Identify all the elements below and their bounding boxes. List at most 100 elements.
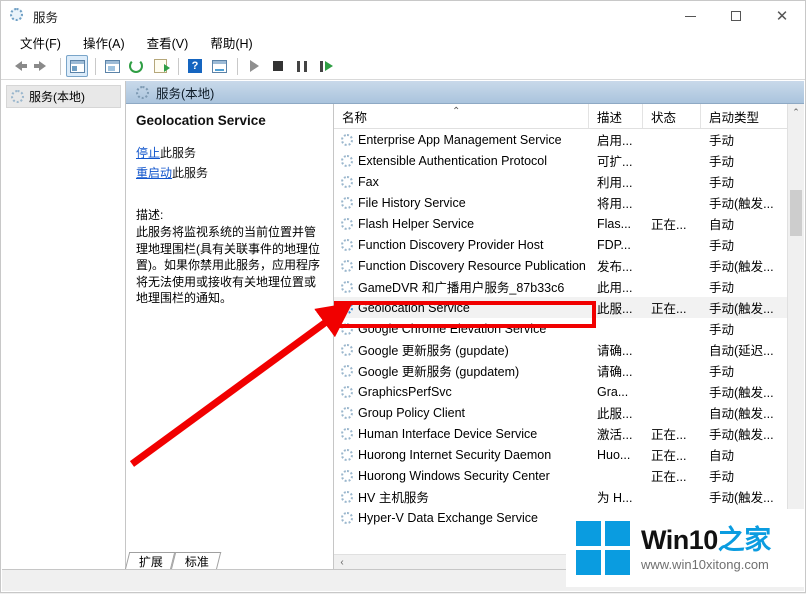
table-row[interactable]: GameDVR 和广播用户服务_87b33c6 此用... 手动 [334, 276, 804, 297]
service-gear-icon [341, 343, 353, 356]
forward-button[interactable] [31, 55, 53, 77]
cell-name: GameDVR 和广播用户服务_87b33c6 [334, 277, 589, 296]
column-header-status-label: 状态 [651, 110, 677, 125]
stop-service-button[interactable] [267, 55, 289, 77]
column-header-startup-type[interactable]: 启动类型 [701, 104, 789, 128]
cell-description: 启用... [597, 134, 633, 148]
table-row[interactable]: Human Interface Device Service 激活... 正在...… [334, 423, 804, 444]
cell-name: Enterprise App Management Service [334, 133, 589, 147]
service-name-label: Function Discovery Resource Publication [358, 258, 586, 273]
table-row[interactable]: Extensible Authentication Protocol 可扩... 手… [334, 150, 804, 171]
back-button[interactable] [7, 55, 29, 77]
table-row[interactable]: Fax 利用... 手动 [334, 171, 804, 192]
table-row[interactable]: File History Service 将用... 手动(触发... [334, 192, 804, 213]
pause-service-button[interactable] [291, 55, 313, 77]
service-gear-icon [341, 469, 353, 482]
column-header-name[interactable]: 名称 ⌃ [334, 104, 589, 128]
cell-startup-type: 手动(触发... [709, 491, 774, 505]
table-row[interactable]: Google Chrome Elevation Service 手动 [334, 318, 804, 339]
service-gear-icon [341, 490, 353, 503]
scroll-left-button[interactable]: ‹ [334, 557, 350, 568]
watermark-url: www.win10xitong.com [641, 556, 769, 572]
cell-startup-type: 手动 [709, 470, 735, 484]
stop-service-link[interactable]: 停止 [136, 146, 160, 160]
table-row[interactable]: Google 更新服务 (gupdatem) 请确... 手动 [334, 360, 804, 381]
tab-extended[interactable]: 扩展 [124, 552, 176, 570]
cell-name: Google 更新服务 (gupdatem) [334, 361, 589, 380]
arrow-right-icon [33, 61, 46, 71]
cell-startup-type: 手动(触发... [709, 428, 774, 442]
column-header-description-label: 描述 [597, 110, 623, 125]
help-button[interactable]: ? [184, 55, 206, 77]
service-name-label: Huorong Internet Security Daemon [358, 447, 552, 462]
services-rows: Enterprise App Management Service 启用... 手动… [334, 129, 804, 554]
menu-view[interactable]: 查看(V) [136, 31, 200, 54]
show-hide-console-tree-button[interactable] [66, 55, 88, 77]
vertical-scrollbar[interactable]: ⌃ [787, 104, 804, 570]
show-hide-action-pane-button[interactable] [101, 55, 123, 77]
service-name-label: File History Service [358, 195, 466, 210]
export-list-button[interactable] [149, 55, 171, 77]
windows-logo-icon [576, 521, 630, 575]
minimize-button[interactable] [667, 1, 713, 31]
table-row[interactable]: Function Discovery Resource Publication 发… [334, 255, 804, 276]
maximize-button[interactable] [713, 1, 759, 31]
service-detail-pane: Geolocation Service 停止此服务 重启动此服务 描述: 此服务… [126, 104, 334, 570]
restart-service-suffix: 此服务 [172, 166, 209, 180]
scroll-up-button[interactable]: ⌃ [788, 104, 804, 121]
cell-description: 此服... [597, 407, 633, 421]
service-gear-icon [341, 133, 353, 146]
table-row[interactable]: Huorong Windows Security Center 正在... 手动 [334, 465, 804, 486]
watermark-brand-main: Win10 [641, 524, 718, 555]
restart-service-link[interactable]: 重启动 [136, 166, 172, 180]
menu-action[interactable]: 操作(A) [72, 31, 136, 54]
cell-startup-type: 手动(触发... [709, 302, 774, 316]
service-name-label: Hyper-V Data Exchange Service [358, 510, 538, 525]
table-row[interactable]: Enterprise App Management Service 启用... 手动 [334, 129, 804, 150]
column-header-description[interactable]: 描述 [589, 104, 643, 128]
cell-name: File History Service [334, 196, 589, 210]
pause-icon [297, 60, 307, 72]
toolbar-separator [95, 57, 96, 75]
service-name-label: Fax [358, 174, 379, 189]
description-label: 描述: [136, 208, 164, 222]
maximize-icon [731, 11, 741, 21]
restart-service-button[interactable] [315, 55, 337, 77]
table-row[interactable]: Google 更新服务 (gupdate) 请确... 自动(延迟... [334, 339, 804, 360]
cell-status: 正在... [651, 449, 687, 463]
vertical-scroll-thumb[interactable] [790, 190, 802, 236]
menu-help[interactable]: 帮助(H) [199, 31, 263, 54]
service-gear-icon [341, 427, 353, 440]
tree-node-label: 服务(本地) [29, 90, 85, 104]
services-list-pane: 名称 ⌃ 描述 状态 启动类型 Enterprise App Managemen… [334, 104, 804, 570]
action-pane-icon [104, 59, 120, 73]
service-name-label: GameDVR 和广播用户服务_87b33c6 [358, 281, 565, 295]
start-service-button[interactable] [243, 55, 265, 77]
close-button[interactable]: ✕ [759, 1, 805, 31]
column-header-status[interactable]: 状态 [643, 104, 701, 128]
service-gear-icon [341, 196, 353, 209]
refresh-button[interactable] [125, 55, 147, 77]
service-name-label: Flash Helper Service [358, 216, 475, 231]
table-row[interactable]: Flash Helper Service Flas... 正在... 自动 [334, 213, 804, 234]
cell-name: Human Interface Device Service [334, 427, 589, 441]
menu-file[interactable]: 文件(F) [9, 31, 72, 54]
service-gear-icon [341, 448, 353, 461]
table-row[interactable]: Geolocation Service 此服... 正在... 手动(触发... [334, 297, 804, 318]
table-row[interactable]: HV 主机服务 为 H... 手动(触发... [334, 486, 804, 507]
cell-description: 激活... [597, 428, 633, 442]
table-row[interactable]: Huorong Internet Security Daemon Huo... 正在… [334, 444, 804, 465]
right-pane: 服务(本地) Geolocation Service 停止此服务 重启动此服务 … [126, 81, 804, 570]
table-row[interactable]: Group Policy Client 此服... 自动(触发... [334, 402, 804, 423]
service-name-label: Enterprise App Management Service [358, 132, 562, 147]
service-name-label: Human Interface Device Service [358, 426, 538, 441]
cell-description: 请确... [597, 344, 633, 358]
show-hide-details-button[interactable] [208, 55, 230, 77]
table-row[interactable]: Function Discovery Provider Host FDP... 手动 [334, 234, 804, 255]
service-name-label: Geolocation Service [358, 300, 470, 315]
toolbar-separator [60, 57, 61, 75]
tab-standard[interactable]: 标准 [170, 552, 222, 570]
tree-node-services-local[interactable]: 服务(本地) [6, 85, 121, 108]
table-row[interactable]: GraphicsPerfSvc Gra... 手动(触发... [334, 381, 804, 402]
sort-ascending-icon: ⌃ [452, 106, 461, 117]
